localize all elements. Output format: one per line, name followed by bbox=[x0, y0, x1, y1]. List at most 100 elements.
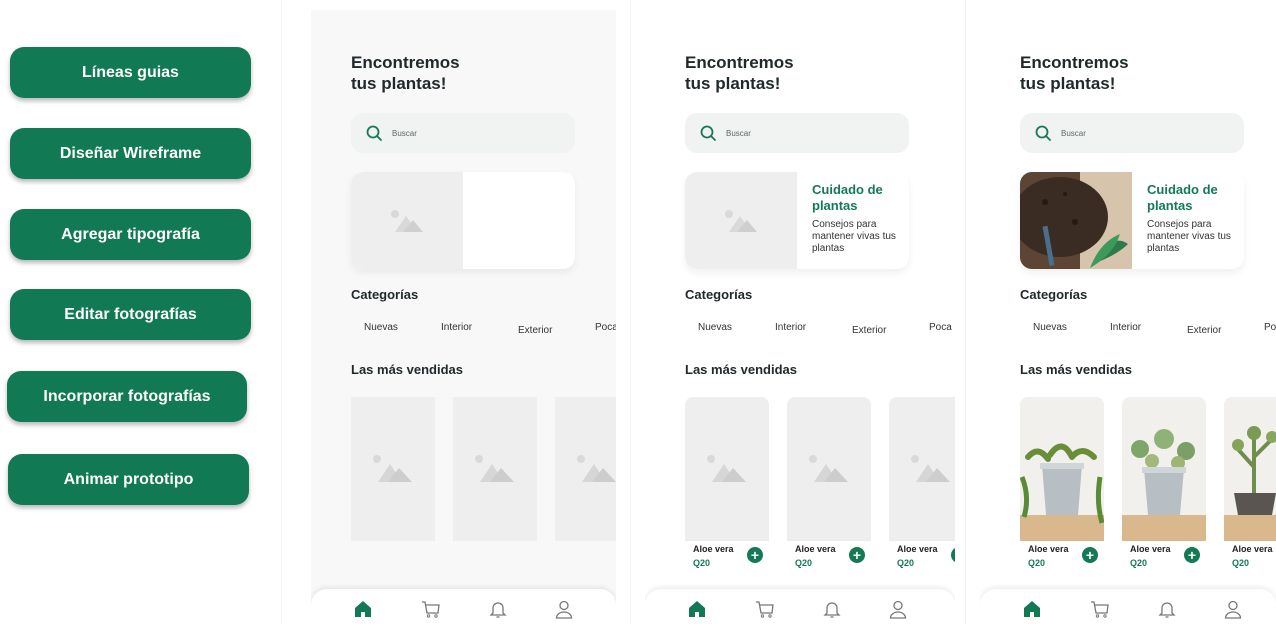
add-to-cart-button[interactable]: + bbox=[1082, 547, 1098, 563]
product-info: Aloe vera Q20 + bbox=[889, 541, 955, 572]
home-icon[interactable] bbox=[353, 599, 373, 619]
category-tabs: Nuevas Interior Exterior Poca luz bbox=[685, 322, 955, 336]
category-tab-nuevas[interactable]: Nuevas bbox=[698, 322, 732, 333]
page-title: Encontremos tus plantas! bbox=[685, 53, 794, 93]
add-to-cart-button[interactable]: + bbox=[1184, 547, 1200, 563]
product-info: Aloe vera Q20 + bbox=[1122, 541, 1206, 572]
care-card[interactable] bbox=[351, 172, 575, 269]
image-placeholder-icon bbox=[685, 172, 797, 269]
image-placeholder-icon bbox=[787, 397, 871, 541]
plant-photo bbox=[1020, 397, 1104, 541]
search-placeholder: Buscar bbox=[1061, 128, 1086, 138]
bottom-nav bbox=[645, 589, 955, 624]
typography-screen: Encontremos tus plantas! Buscar Cuidado … bbox=[645, 0, 955, 624]
cart-icon[interactable] bbox=[421, 599, 441, 619]
user-icon[interactable] bbox=[554, 599, 574, 619]
category-tab-exterior[interactable]: Exterior bbox=[1187, 325, 1221, 336]
search-input[interactable]: Buscar bbox=[351, 113, 575, 153]
category-tab-exterior[interactable]: Exterior bbox=[518, 325, 552, 336]
step-button-disenar-wireframe[interactable]: Diseñar Wireframe bbox=[10, 128, 251, 179]
product-info: Aloe vera Q20 + bbox=[1020, 541, 1104, 572]
divider bbox=[965, 0, 966, 624]
product-card[interactable]: Aloe vera Q20 + bbox=[1224, 397, 1276, 572]
product-price: Q20 bbox=[693, 558, 711, 568]
category-tab-interior[interactable]: Interior bbox=[441, 322, 472, 333]
plant-photo bbox=[1122, 397, 1206, 541]
divider bbox=[281, 0, 282, 624]
product-info: Aloe vera Q20 + bbox=[787, 541, 871, 572]
step-button-incorporar-fotografias[interactable]: Incorporar fotografías bbox=[7, 371, 247, 422]
category-tab-poca-luz[interactable]: Poca luz bbox=[595, 322, 616, 333]
photos-screen: Encontremos tus plantas! Buscar Cuidado … bbox=[980, 0, 1276, 624]
bell-icon[interactable] bbox=[488, 599, 508, 619]
category-tab-poca-luz[interactable]: Poca luz bbox=[929, 322, 955, 333]
search-icon bbox=[700, 125, 716, 141]
bestsellers-title: Las más vendidas bbox=[685, 362, 797, 377]
home-icon[interactable] bbox=[687, 599, 707, 619]
card-description: Consejos para mantener vivas tus plantas bbox=[812, 219, 896, 254]
product-card[interactable]: Aloe vera Q20 + bbox=[1122, 397, 1206, 572]
add-to-cart-button[interactable]: + bbox=[849, 547, 865, 563]
product-card[interactable]: Aloe vera Q20 + bbox=[1020, 397, 1104, 572]
step-button-agregar-tipografia[interactable]: Agregar tipografía bbox=[10, 209, 251, 260]
user-icon[interactable] bbox=[1223, 599, 1243, 619]
bestsellers-title: Las más vendidas bbox=[351, 362, 463, 377]
card-title: Cuidado de plantas bbox=[1147, 182, 1218, 213]
image-placeholder-icon bbox=[685, 397, 769, 541]
category-tab-exterior[interactable]: Exterior bbox=[852, 325, 886, 336]
add-to-cart-button[interactable]: + bbox=[747, 547, 763, 563]
product-name: Aloe vera bbox=[1232, 544, 1273, 554]
step-button-animar-prototipo[interactable]: Animar prototipo bbox=[8, 454, 249, 505]
product-price: Q20 bbox=[897, 558, 915, 568]
product-card[interactable]: Aloe vera Q20 + bbox=[889, 397, 955, 572]
product-price: Q20 bbox=[795, 558, 813, 568]
product-card[interactable]: Aloe vera Q20 + bbox=[787, 397, 871, 572]
image-placeholder-icon bbox=[351, 172, 463, 269]
bell-icon[interactable] bbox=[822, 599, 842, 619]
product-price: Q20 bbox=[1028, 558, 1046, 568]
product-card[interactable]: Aloe vera Q20 + bbox=[685, 397, 769, 572]
category-tab-nuevas[interactable]: Nuevas bbox=[1033, 322, 1067, 333]
category-tabs: Nuevas Interior Exterior Poca luz bbox=[351, 322, 616, 336]
search-input[interactable]: Buscar bbox=[1020, 113, 1244, 153]
search-icon bbox=[1035, 125, 1051, 141]
categories-title: Categorías bbox=[1020, 287, 1088, 302]
cart-icon[interactable] bbox=[1090, 599, 1110, 619]
product-name: Aloe vera bbox=[1028, 544, 1069, 554]
category-tab-interior[interactable]: Interior bbox=[1110, 322, 1141, 333]
image-placeholder-icon bbox=[351, 397, 435, 541]
product-name: Aloe vera bbox=[1130, 544, 1171, 554]
card-title: Cuidado de plantas bbox=[812, 182, 883, 213]
add-to-cart-button[interactable]: + bbox=[951, 547, 955, 563]
product-info: Aloe vera Q20 + bbox=[685, 541, 769, 572]
wireframe-screen: Encontremos tus plantas! Buscar Categorí… bbox=[311, 10, 616, 624]
step-button-lineas-guias[interactable]: Líneas guias bbox=[10, 47, 251, 98]
search-placeholder: Buscar bbox=[392, 128, 417, 138]
image-placeholder-icon bbox=[889, 397, 955, 541]
page-title: Encontremos tus plantas! bbox=[1020, 53, 1129, 93]
product-price: Q20 bbox=[1130, 558, 1148, 568]
category-tab-interior[interactable]: Interior bbox=[775, 322, 806, 333]
bell-icon[interactable] bbox=[1157, 599, 1177, 619]
search-placeholder: Buscar bbox=[726, 128, 751, 138]
category-tab-nuevas[interactable]: Nuevas bbox=[364, 322, 398, 333]
step-button-editar-fotografias[interactable]: Editar fotografías bbox=[10, 289, 251, 340]
image-placeholder-icon bbox=[453, 397, 537, 541]
care-card[interactable]: Cuidado de plantas Consejos para mantene… bbox=[1020, 172, 1244, 269]
cart-icon[interactable] bbox=[755, 599, 775, 619]
page-title: Encontremos tus plantas! bbox=[351, 53, 460, 93]
categories-title: Categorías bbox=[351, 287, 419, 302]
care-card[interactable]: Cuidado de plantas Consejos para mantene… bbox=[685, 172, 909, 269]
user-icon[interactable] bbox=[888, 599, 908, 619]
card-description: Consejos para mantener vivas tus plantas bbox=[1147, 219, 1231, 254]
search-input[interactable]: Buscar bbox=[685, 113, 909, 153]
home-icon[interactable] bbox=[1022, 599, 1042, 619]
bestsellers-title: Las más vendidas bbox=[1020, 362, 1132, 377]
divider bbox=[630, 0, 631, 624]
product-name: Aloe vera bbox=[897, 544, 938, 554]
category-tab-poca-luz[interactable]: Poca luz bbox=[1264, 322, 1276, 333]
category-tabs: Nuevas Interior Exterior Poca luz bbox=[1020, 322, 1276, 336]
product-placeholder bbox=[555, 397, 616, 541]
product-name: Aloe vera bbox=[795, 544, 836, 554]
product-placeholder bbox=[351, 397, 435, 541]
